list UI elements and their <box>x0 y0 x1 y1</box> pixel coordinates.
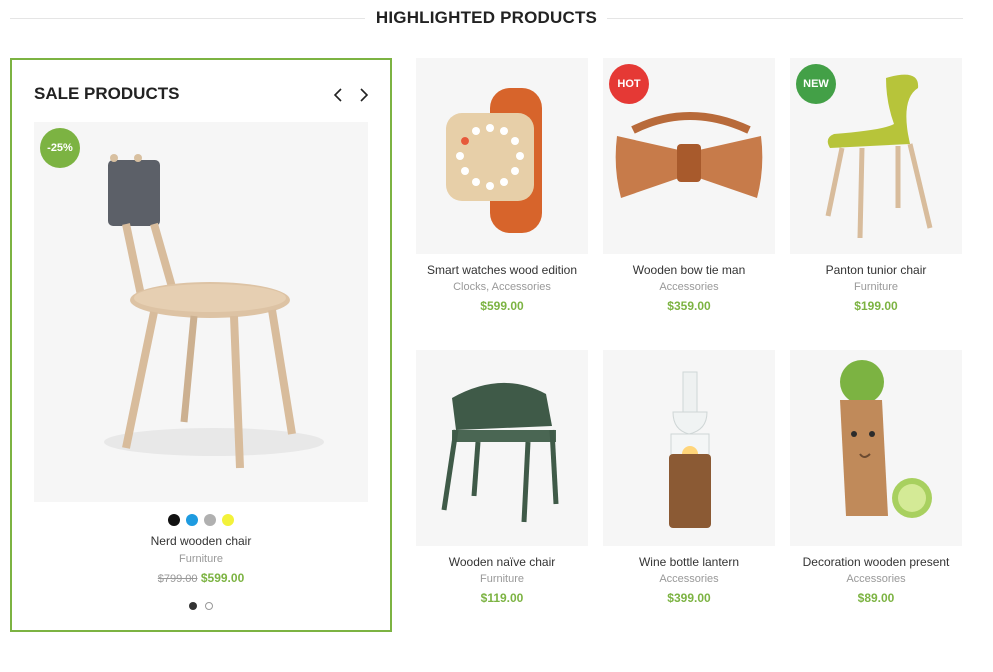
carousel-pagination <box>12 602 390 610</box>
product-category[interactable]: Accessories <box>603 573 775 585</box>
product-name[interactable]: Wooden bow tie man <box>603 263 775 277</box>
product-category[interactable]: Clocks, Accessories <box>416 281 588 293</box>
carousel-prev-button[interactable] <box>330 86 348 104</box>
product-category[interactable]: Furniture <box>416 573 588 585</box>
product-image[interactable]: NEW <box>790 58 962 254</box>
wooden-present-illustration <box>840 360 932 518</box>
bottle-lantern-illustration <box>669 371 711 528</box>
product-card: NEW Panton tunior chair Furniture $199.0… <box>790 58 962 313</box>
product-image[interactable]: HOT <box>603 58 775 254</box>
product-category[interactable]: Furniture <box>790 281 962 293</box>
product-name[interactable]: Wine bottle lantern <box>603 555 775 569</box>
sale-products-widget: SALE PRODUCTS -25% Nerd wooden chair Fur… <box>10 58 392 632</box>
sale-product-name[interactable]: Nerd wooden chair <box>12 534 390 548</box>
watch-illustration <box>446 88 542 233</box>
product-card: Wine bottle lantern Accessories $399.00 <box>603 350 775 605</box>
swatch-yellow[interactable] <box>222 514 234 526</box>
header-divider-right <box>607 18 963 19</box>
chevron-left-icon <box>333 88 342 102</box>
product-price: $359.00 <box>667 299 711 313</box>
product-image[interactable] <box>603 350 775 546</box>
swatch-black[interactable] <box>168 514 180 526</box>
sale-product-category[interactable]: Furniture <box>12 553 390 565</box>
product-image[interactable] <box>416 58 588 254</box>
product-category[interactable]: Accessories <box>790 573 962 585</box>
product-card: HOT Wooden bow tie man Accessories $359.… <box>603 58 775 313</box>
carousel-next-button[interactable] <box>354 86 372 104</box>
product-price: $119.00 <box>480 591 524 605</box>
color-swatches <box>12 514 390 526</box>
product-image[interactable] <box>416 350 588 546</box>
chair-illustration <box>104 154 324 469</box>
product-category[interactable]: Accessories <box>603 281 775 293</box>
product-card: Wooden naïve chair Furniture $119.00 <box>416 350 588 605</box>
product-card: Smart watches wood edition Clocks, Acces… <box>416 58 588 313</box>
old-price: $799.00 <box>157 573 198 585</box>
product-card: Decoration wooden present Accessories $8… <box>790 350 962 605</box>
product-price: $399.00 <box>667 591 711 605</box>
product-price: $89.00 <box>857 591 895 605</box>
product-price: $199.00 <box>854 299 898 313</box>
pagination-dot-2[interactable] <box>205 602 213 610</box>
section-header: HIGHLIGHTED PRODUCTS <box>10 0 963 36</box>
product-name[interactable]: Smart watches wood edition <box>416 263 588 277</box>
discount-badge: -25% <box>40 128 80 168</box>
sale-product-price: $799.00 $599.00 <box>12 571 390 585</box>
product-name[interactable]: Decoration wooden present <box>790 555 962 569</box>
hot-badge: HOT <box>609 64 649 104</box>
swatch-blue[interactable] <box>186 514 198 526</box>
product-price: $599.00 <box>480 299 524 313</box>
pagination-dot-1[interactable] <box>189 602 197 610</box>
product-name[interactable]: Panton tunior chair <box>790 263 962 277</box>
swatch-gray[interactable] <box>204 514 216 526</box>
new-badge: NEW <box>796 64 836 104</box>
new-price: $599.00 <box>200 571 245 585</box>
sale-product-image[interactable]: -25% <box>34 122 368 502</box>
chevron-right-icon <box>360 88 369 102</box>
green-naive-chair-illustration <box>441 382 559 523</box>
product-image[interactable] <box>790 350 962 546</box>
product-name[interactable]: Wooden naïve chair <box>416 555 588 569</box>
sale-products-title: SALE PRODUCTS <box>34 84 180 103</box>
